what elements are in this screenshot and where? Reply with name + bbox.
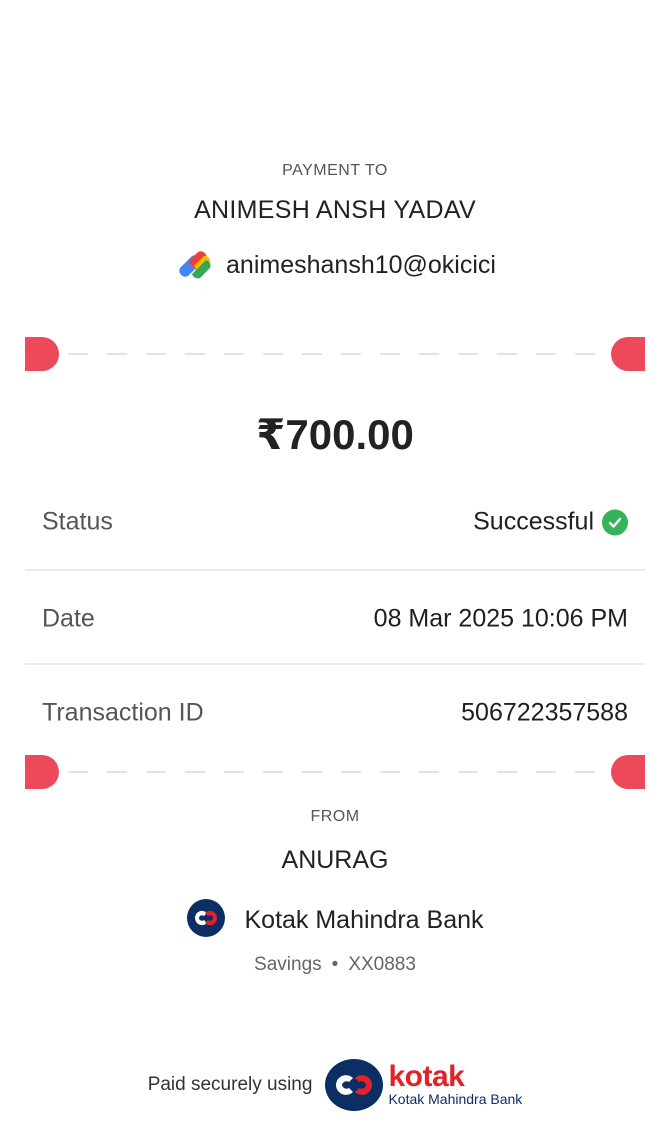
kotak-brand-sub: Kotak Mahindra Bank — [388, 1091, 523, 1107]
ticket-perforation-bottom — [0, 755, 670, 789]
kotak-logo: kotak Kotak Mahindra Bank — [324, 1058, 522, 1112]
payment-to-label: PAYMENT TO — [282, 162, 388, 179]
status-label: Status — [42, 507, 113, 536]
kotak-wordmark: kotak Kotak Mahindra Bank — [388, 1060, 523, 1108]
ticket-notch-right — [611, 337, 645, 371]
date-row: Date 08 Mar 2025 10:06 PM — [25, 571, 645, 667]
status-value: Successful — [473, 507, 594, 536]
kotak-logo-icon — [325, 1059, 384, 1111]
status-value-group: Successful — [473, 508, 628, 537]
ticket-notch-left — [25, 337, 59, 371]
footer-text: Paid securely using — [147, 1074, 313, 1095]
google-pay-icon — [174, 248, 214, 282]
kotak-brand-word: kotak — [388, 1060, 465, 1093]
payer-bank-name: Kotak Mahindra Bank — [244, 906, 484, 934]
success-check-icon — [602, 509, 628, 535]
status-row: Status Successful — [25, 474, 645, 570]
transaction-id-value[interactable]: 506722357588 — [461, 699, 628, 728]
date-label: Date — [42, 604, 95, 633]
from-label: FROM — [310, 808, 360, 825]
date-value: 08 Mar 2025 10:06 PM — [373, 604, 628, 633]
kotak-bank-icon — [186, 898, 226, 943]
dashed-divider — [68, 771, 602, 773]
payee-upi-id: animeshansh10@okicici — [226, 250, 496, 279]
payee-upi-row: animeshansh10@okicici — [0, 248, 670, 282]
separator-dot: • — [331, 954, 339, 975]
payer-name: ANURAG — [281, 846, 389, 874]
payee-name: ANIMESH ANSH YADAV — [194, 196, 476, 224]
transaction-id-label: Transaction ID — [42, 698, 204, 727]
payer-account-row: Savings • XX0883 — [0, 954, 670, 976]
account-number: XX0883 — [348, 954, 416, 975]
account-type: Savings — [254, 954, 322, 975]
payer-bank-row: Kotak Mahindra Bank — [0, 898, 670, 943]
transaction-id-row: Transaction ID 506722357588 — [25, 665, 645, 761]
ticket-notch-left — [25, 755, 59, 789]
dashed-divider — [68, 353, 602, 355]
payment-amount: ₹700.00 — [256, 411, 414, 458]
footer: Paid securely using kotak Kotak Mahindra… — [0, 1058, 670, 1112]
ticket-perforation-top — [0, 337, 670, 371]
ticket-notch-right — [611, 755, 645, 789]
